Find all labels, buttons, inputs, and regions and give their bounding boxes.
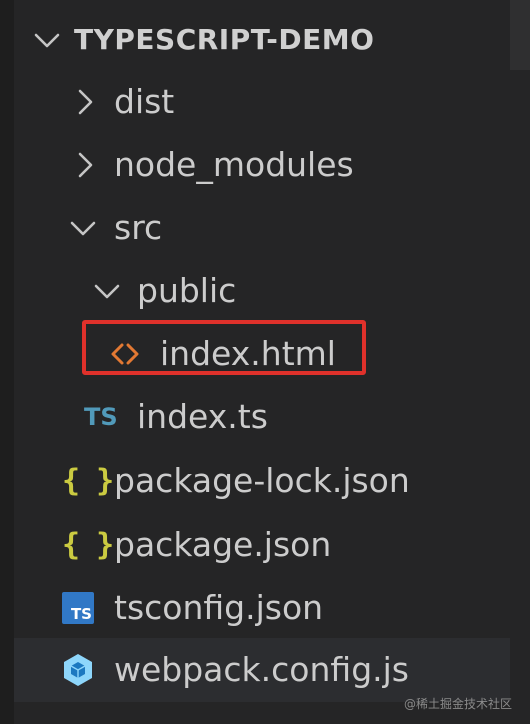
tree-item-src[interactable]: src (14, 196, 510, 260)
tree-root-label: TYPESCRIPT-DEMO (74, 23, 375, 56)
red-highlight-box (82, 320, 366, 375)
tree-item-node-modules[interactable]: node_modules (14, 133, 510, 197)
tree-item-label: src (114, 208, 163, 247)
tree-item-label: dist (114, 82, 175, 121)
watermark: @稀土掘金技术社区 (403, 697, 512, 711)
tree-item-public[interactable]: public (14, 259, 510, 323)
scrollbar-thumb[interactable] (510, 0, 530, 70)
tree-item-index-ts[interactable]: TS index.ts (14, 385, 510, 449)
tree-item-tsconfig-json[interactable]: TS tsconfig.json (14, 576, 510, 640)
tree-item-package-lock-json[interactable]: { } package-lock.json (14, 449, 510, 513)
tree-item-label: tsconfig.json (114, 588, 324, 627)
tsconfig-file-icon: TS (62, 592, 94, 624)
webpack-file-icon (64, 654, 92, 686)
chevron-down-icon (94, 284, 120, 299)
tree-item-label: package-lock.json (114, 461, 410, 500)
tree-item-label: public (137, 271, 237, 310)
tree-item-package-json[interactable]: { } package.json (14, 513, 510, 577)
tree-item-label: node_modules (114, 145, 354, 184)
chevron-right-icon (78, 152, 93, 178)
json-braces-icon: { } (62, 527, 114, 563)
typescript-file-icon: TS (84, 403, 118, 431)
chevron-down-icon (34, 33, 60, 48)
json-braces-icon: { } (62, 463, 114, 499)
activity-edge (0, 0, 14, 724)
tree-item-label: index.ts (137, 397, 268, 436)
scrollbar-track[interactable] (510, 0, 530, 724)
tree-item-dist[interactable]: dist (14, 70, 510, 134)
tree-item-webpack-config-js[interactable]: webpack.config.js (14, 638, 510, 702)
chevron-right-icon (78, 89, 93, 115)
tree-item-label: webpack.config.js (114, 650, 409, 689)
chevron-down-icon (70, 221, 96, 236)
tree-root-typescript-demo[interactable]: TYPESCRIPT-DEMO (14, 8, 510, 72)
tree-item-label: package.json (114, 525, 332, 564)
